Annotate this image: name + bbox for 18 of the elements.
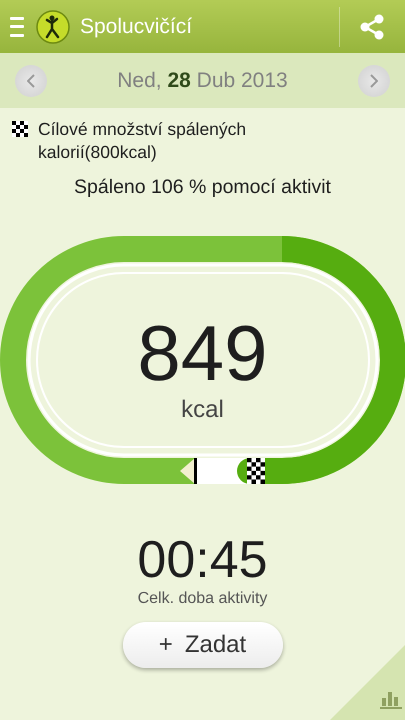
checkered-flag-icon: [12, 121, 28, 137]
menu-icon[interactable]: [10, 16, 24, 36]
burned-summary: Spáleno 106 % pomocí aktivit: [73, 176, 332, 199]
duration-label: Celk. doba aktivity: [136, 590, 268, 608]
app-title: Spolucvičící: [80, 14, 194, 38]
chevron-right-icon: [370, 74, 378, 88]
previous-day-button[interactable]: [15, 64, 47, 96]
duration-value: 00:45: [136, 534, 269, 586]
walker-logo-icon: [36, 10, 70, 44]
chevron-left-icon: [27, 74, 35, 88]
next-day-button[interactable]: [358, 64, 390, 96]
goal-text: Cílové množství spálených kalorií(800kcal): [38, 118, 248, 164]
share-icon[interactable]: [359, 14, 385, 40]
calories-value: 849: [136, 314, 269, 392]
date-label: Ned, 28 Dub 2013: [117, 68, 288, 92]
statistics-corner-button[interactable]: [330, 645, 405, 720]
calories-unit: kcal: [180, 396, 225, 424]
add-button[interactable]: + Zadat: [122, 622, 282, 668]
